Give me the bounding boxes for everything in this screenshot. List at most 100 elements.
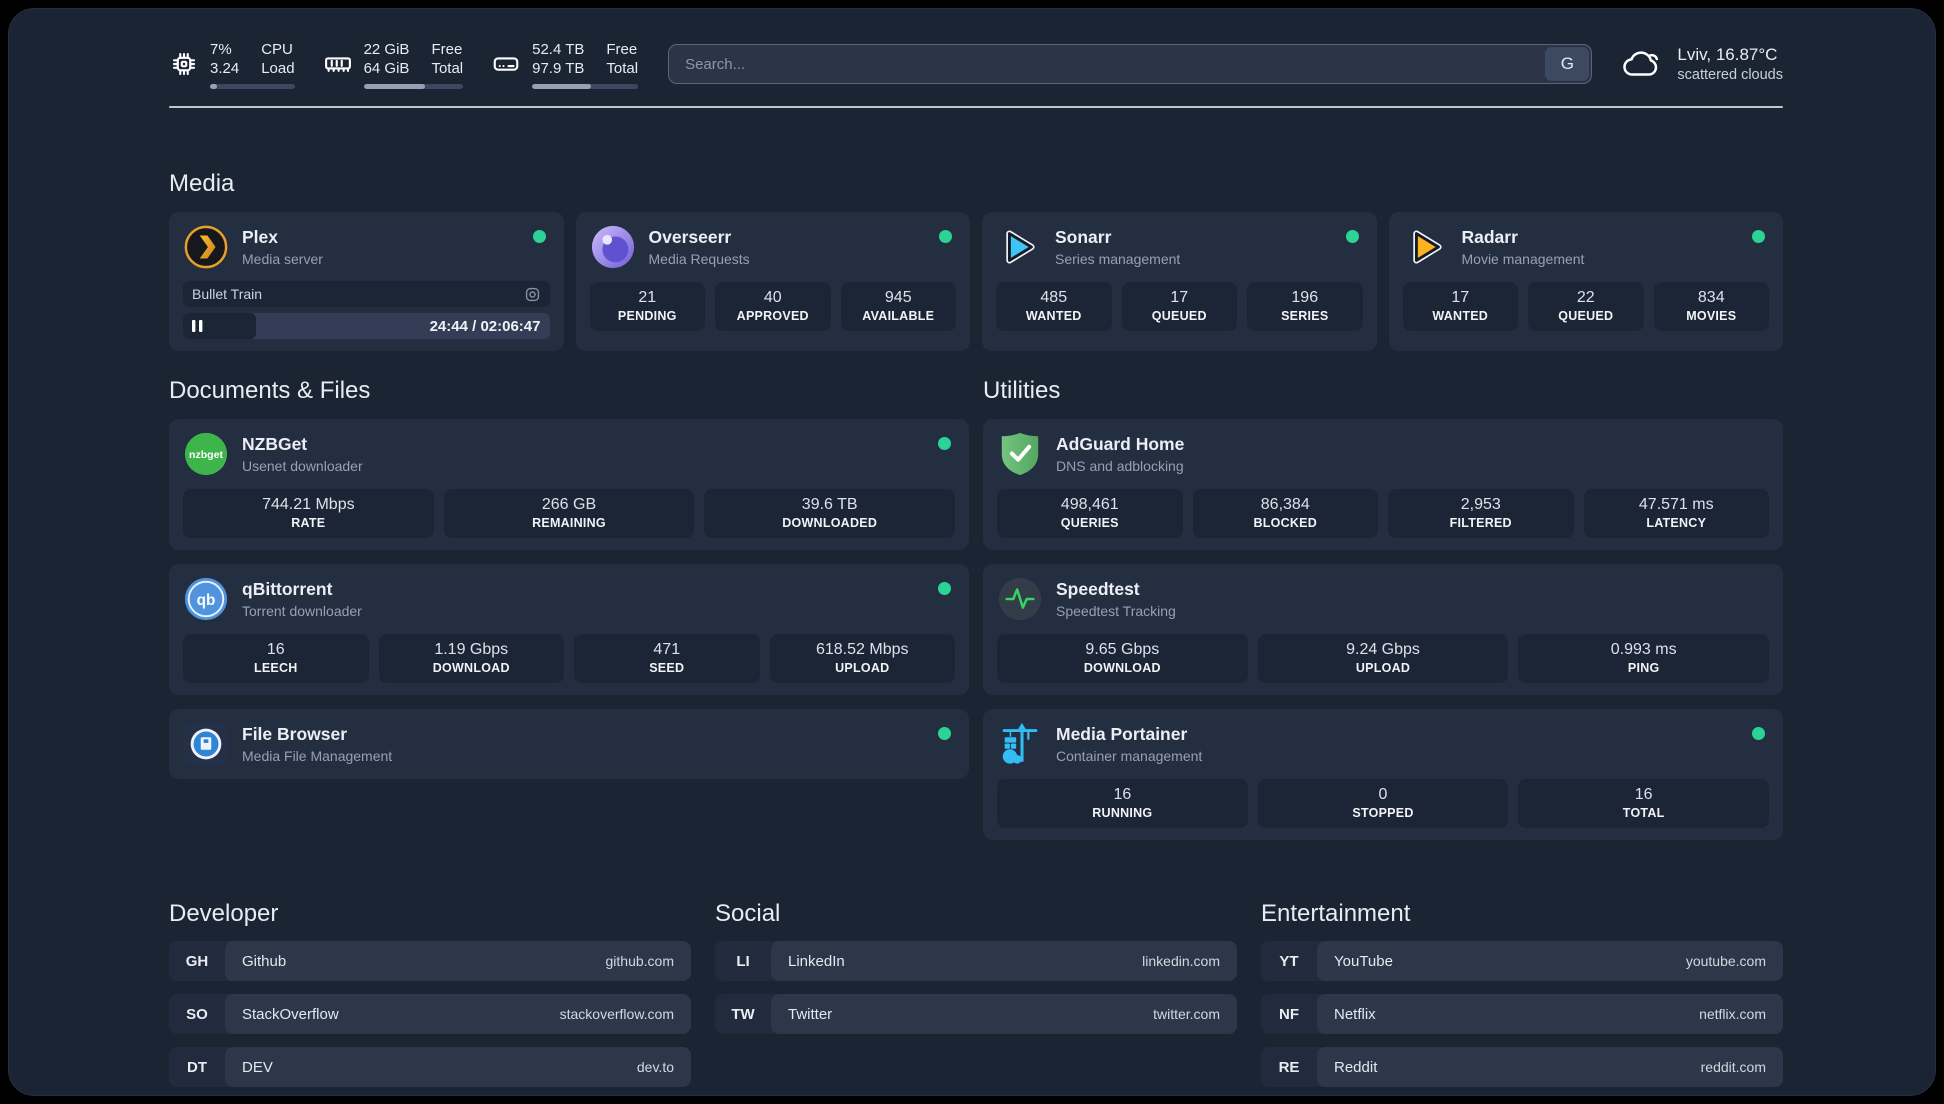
service-card-portainer: Media Portainer Container management 16 R… [983,709,1783,840]
memory-progress-track [363,83,464,89]
disk-total-value: 97.9 TB [532,60,585,77]
service-description: Container management [1056,748,1203,764]
stat-upload: 9.24 Gbps UPLOAD [1257,634,1509,683]
service-header-overseerr[interactable]: Overseerr Media Requests [590,224,957,270]
bookmark-name: LinkedIn [788,952,845,970]
stat-latency: 47.571 ms LATENCY [1583,489,1769,538]
service-name[interactable]: Media Portainer [1056,724,1202,745]
bookmark-reddit[interactable]: RE Reddit reddit.com [1261,1047,1783,1087]
service-name[interactable]: Radarr [1462,227,1585,248]
bookmark-youtube[interactable]: YT YouTube youtube.com [1261,941,1783,981]
section-title-social: Social [715,900,781,927]
bookmark-stackoverflow[interactable]: SO StackOverflow stackoverflow.com [169,994,691,1034]
service-name[interactable]: qBittorrent [242,579,362,600]
cpu-load-value: 3.24 [210,60,240,77]
status-dot [532,230,546,243]
search-provider-button[interactable]: G [1545,47,1590,81]
pause-icon[interactable] [192,320,203,332]
bookmark-url: twitter.com [1153,1006,1220,1022]
memory-widget: 22 GiB 64 GiB Free Total [323,40,464,89]
bookmark-abbr: NF [1279,1005,1299,1023]
filebrowser-icon [183,721,229,767]
service-name[interactable]: AdGuard Home [1056,434,1184,455]
service-description: Torrent downloader [242,603,362,619]
section-media: Media Plex Media server Bullet Train 24:… [169,170,1783,351]
service-header-nzbget[interactable]: nzbget NZBGet Usenet downloader [183,431,955,477]
section-title-utilities: Utilities [983,377,1061,404]
service-header-speedtest[interactable]: Speedtest Speedtest Tracking [997,576,1769,622]
service-header-sonarr[interactable]: Sonarr Series management [996,224,1363,270]
stat-pending: 21 PENDING [589,282,705,331]
service-header-adguard[interactable]: AdGuard Home DNS and adblocking [997,431,1769,477]
cpu-load-label: Load [261,60,295,77]
stat-available: 945 AVAILABLE [840,282,956,331]
service-header-filebrowser[interactable]: File Browser Media File Management [183,721,955,767]
section-documents-files: Documents & Files nzbget NZBGet Usenet d… [169,377,969,779]
radarr-icon [1403,224,1449,270]
bookmark-linkedin[interactable]: LI LinkedIn linkedin.com [715,941,1237,981]
disk-progress-fill [532,83,592,89]
stat-download: 1.19 Gbps DOWNLOAD [378,634,564,683]
weather-widget: Lviv, 16.87°C scattered clouds [1622,45,1783,83]
disk-free-label: Free [606,40,638,58]
bookmark-url: dev.to [636,1059,674,1075]
service-name[interactable]: Overseerr [649,227,750,248]
service-card-adguard: AdGuard Home DNS and adblocking 498,461 Q… [983,419,1783,550]
stat-wanted: 485 WANTED [996,282,1112,331]
bookmark-netflix[interactable]: NF Netflix netflix.com [1261,994,1783,1034]
status-dot [938,437,951,450]
bookmark-abbr: YT [1279,952,1299,970]
bookmark-dev[interactable]: DT DEV dev.to [169,1047,691,1087]
bookmark-twitter[interactable]: TW Twitter twitter.com [715,994,1237,1034]
service-header-portainer[interactable]: Media Portainer Container management [997,721,1769,767]
bookmark-group-entertainment: Entertainment YT YouTube youtube.com NF N… [1261,900,1783,1087]
search-input[interactable] [668,44,1593,84]
service-name[interactable]: NZBGet [242,434,363,455]
service-name[interactable]: File Browser [242,724,392,745]
overseerr-icon [590,224,636,270]
now-playing-row: Bullet Train [183,281,550,307]
service-card-sonarr: Sonarr Series management 485 WANTED 17 QUE… [982,212,1377,351]
bookmark-name: DEV [242,1058,273,1076]
service-header-plex[interactable]: Plex Media server [183,224,550,270]
service-header-radarr[interactable]: Radarr Movie management [1403,224,1770,270]
memory-free-label: Free [431,40,463,58]
bookmark-group-social: Social LI LinkedIn linkedin.com TW Twitte… [715,900,1237,1087]
bookmark-url: youtube.com [1685,953,1766,969]
memory-total-label: Total [431,60,464,77]
stat-running: 16 RUNNING [997,779,1248,828]
service-description: Media File Management [242,748,393,764]
stat-remaining: 266 GB REMAINING [443,489,695,538]
media-detail-icon[interactable] [524,286,541,303]
disk-icon [493,57,519,71]
bookmark-github[interactable]: GH Github github.com [169,941,691,981]
stat-queries: 498,461 QUERIES [997,489,1183,538]
service-description: DNS and adblocking [1056,458,1184,474]
dashboard: 7% 3.24 CPU Load 22 GiB 64 GiB Free Total [8,8,1936,1096]
service-header-qbittorrent[interactable]: qb qBittorrent Torrent downloader [183,576,955,622]
portainer-icon [997,721,1043,767]
bookmark-url: netflix.com [1699,1006,1766,1022]
search-bar: G [668,44,1593,84]
bookmark-abbr: RE [1278,1058,1300,1076]
stat-seed: 471 SEED [574,634,760,683]
disk-widget: 52.4 TB 97.9 TB Free Total [491,40,639,89]
service-name[interactable]: Sonarr [1055,227,1180,248]
service-description: Movie management [1461,251,1585,267]
bookmark-name: Reddit [1334,1058,1378,1076]
service-card-plex: Plex Media server Bullet Train 24:44 / 0… [169,212,564,351]
service-card-filebrowser: File Browser Media File Management [169,709,969,779]
memory-free-value: 22 GiB [363,40,410,58]
service-description: Speedtest Tracking [1056,603,1176,619]
cpu-icon [172,52,196,76]
stat-blocked: 86,384 BLOCKED [1192,489,1378,538]
bookmark-name: StackOverflow [242,1005,339,1023]
bookmark-abbr: GH [185,952,209,970]
service-description: Media server [242,251,323,267]
stat-queued: 22 QUEUED [1528,282,1644,331]
plex-progress-bar: 24:44 / 02:06:47 [183,313,550,339]
service-name[interactable]: Speedtest [1056,579,1176,600]
service-name[interactable]: Plex [242,227,323,248]
bookmark-url: github.com [605,953,674,969]
weather-location-temp: Lviv, 16.87°C [1677,45,1778,64]
